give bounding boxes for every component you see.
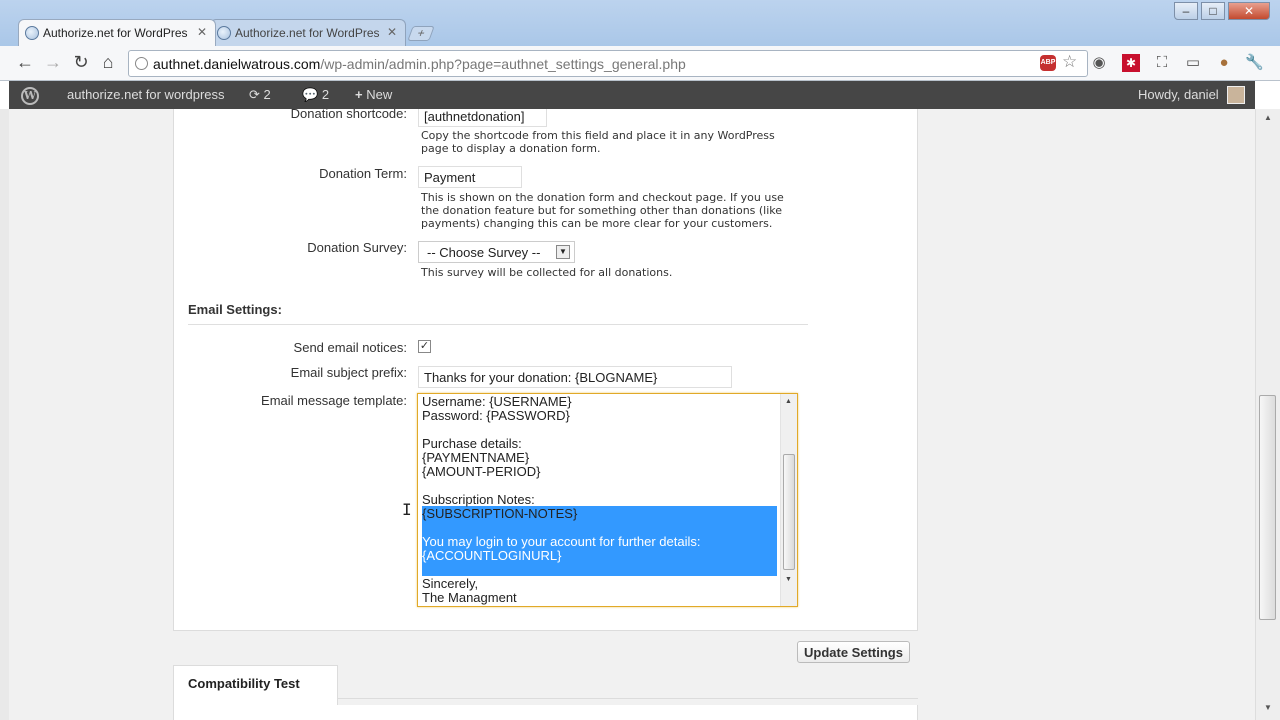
send-notices-label: Send email notices: — [293, 340, 407, 355]
template-line: Username: {USERNAME} — [422, 394, 572, 409]
new-content-link[interactable]: + New — [355, 81, 392, 109]
section-divider — [188, 324, 808, 325]
globe-icon — [25, 26, 39, 40]
url-path: /wp-admin/admin.php?page=authnet_setting… — [320, 56, 686, 72]
browser-tab-inactive[interactable]: Authorize.net for WordPres ✕ — [210, 19, 406, 46]
donation-term-input[interactable]: Payment — [418, 166, 522, 188]
close-tab-icon[interactable]: ✕ — [387, 25, 397, 39]
maximize-button[interactable]: □ — [1201, 2, 1225, 20]
donation-survey-description: This survey will be collected for all do… — [421, 266, 673, 279]
template-line: Password: {PASSWORD} — [422, 408, 570, 423]
adblock-icon[interactable]: ABP — [1040, 55, 1056, 71]
scroll-down-icon[interactable]: ▼ — [1264, 703, 1272, 712]
compatibility-test-tab[interactable]: Compatibility Test — [173, 665, 338, 705]
howdy-account-link[interactable]: Howdy, daniel — [1138, 81, 1219, 109]
shortcode-description: Copy the shortcode from this field and p… — [421, 129, 775, 155]
page-scroll-thumb[interactable] — [1259, 395, 1276, 620]
browser-titlebar: Authorize.net for WordPres ✕ Authorize.n… — [0, 0, 1280, 46]
send-notices-checkbox[interactable]: ✓ — [418, 340, 431, 353]
browser-tab-active[interactable]: Authorize.net for WordPres ✕ — [18, 19, 216, 46]
update-settings-button[interactable]: Update Settings — [797, 641, 910, 663]
updates-count: 2 — [263, 87, 271, 102]
textarea-scroll-thumb[interactable] — [783, 454, 795, 570]
subject-prefix-input[interactable]: Thanks for your donation: {BLOGNAME} — [418, 366, 732, 388]
new-tab-button[interactable]: + — [407, 26, 435, 41]
url-host: authnet.danielwatrous.com — [153, 56, 321, 72]
template-label: Email message template: — [261, 393, 407, 408]
template-line: {AMOUNT-PERIOD} — [422, 464, 541, 479]
tab-title: Authorize.net for WordPres — [235, 26, 380, 40]
bookmark-star-icon[interactable]: ☆ — [1062, 52, 1077, 72]
globe-extension-icon[interactable]: ◉ — [1090, 54, 1108, 72]
globe-icon — [217, 26, 231, 40]
template-line: The Managment — [422, 590, 517, 605]
page-icon — [135, 57, 148, 70]
term-desc-line: payments) changing this can be more clea… — [421, 217, 773, 230]
template-line: Subscription Notes: — [422, 492, 535, 507]
email-template-textarea[interactable]: Username: {USERNAME} Password: {PASSWORD… — [417, 393, 798, 607]
left-gutter — [0, 109, 9, 720]
text-cursor-icon: I — [402, 500, 412, 519]
donation-survey-select[interactable]: -- Choose Survey -- ▼ — [418, 241, 575, 263]
updates-icon: ⟳ — [249, 87, 260, 102]
textarea-scrollbar[interactable]: ▲ ▼ — [780, 394, 797, 606]
donation-term-description: This is shown on the donation form and c… — [421, 191, 784, 230]
template-line: Sincerely, — [422, 576, 479, 591]
template-line: {ACCOUNTLOGINURL} — [422, 548, 562, 563]
comments-count: 2 — [321, 87, 330, 102]
template-line: {PAYMENTNAME} — [422, 450, 530, 465]
lastpass-icon[interactable]: ✱ — [1122, 54, 1140, 72]
back-arrow-icon[interactable]: ← — [14, 53, 36, 73]
keyboard-icon[interactable]: ▭ — [1184, 54, 1202, 72]
template-line: Purchase details: — [422, 436, 522, 451]
tab-title: Authorize.net for WordPres — [43, 26, 188, 40]
shortcode-label: Donation shortcode: — [290, 109, 407, 121]
wp-admin-bar: W authorize.net for wordpress ⟳ 2 💬 2 + … — [9, 81, 1255, 109]
wp-admin-page: Donation shortcode: [authnetdonation] Co… — [9, 109, 1255, 720]
address-bar[interactable]: authnet.danielwatrous.com/wp-admin/admin… — [128, 50, 1088, 77]
close-tab-icon[interactable]: ✕ — [197, 25, 207, 39]
home-icon[interactable]: ⌂ — [97, 53, 119, 73]
donation-term-label: Donation Term: — [319, 166, 407, 181]
minimize-button[interactable]: – — [1174, 2, 1198, 20]
term-desc-line: This is shown on the donation form and c… — [421, 191, 784, 204]
user-avatar[interactable] — [1227, 86, 1245, 104]
cookie-icon[interactable]: ● — [1215, 54, 1233, 72]
template-line: You may login to your account for furthe… — [422, 534, 701, 549]
close-window-button[interactable]: ✕ — [1228, 2, 1270, 20]
tab-baseline — [338, 698, 918, 699]
subject-prefix-label: Email subject prefix: — [290, 365, 407, 380]
email-settings-heading: Email Settings: — [188, 302, 282, 317]
donation-survey-label: Donation Survey: — [307, 240, 407, 255]
reload-icon[interactable]: ↻ — [70, 53, 92, 73]
page-scrollbar[interactable]: ▲ ▼ — [1255, 109, 1280, 720]
compatibility-test-panel — [173, 705, 918, 720]
scroll-down-icon[interactable]: ▼ — [785, 576, 792, 583]
comments-link[interactable]: 💬 2 — [302, 81, 329, 109]
template-line: {SUBSCRIPTION-NOTES} — [422, 506, 578, 521]
term-desc-line: the donation feature but for something o… — [421, 204, 783, 217]
scroll-up-icon[interactable]: ▲ — [785, 398, 792, 405]
forward-arrow-icon[interactable]: → — [42, 53, 64, 73]
updates-link[interactable]: ⟳ 2 — [249, 81, 271, 109]
dropdown-arrow-icon: ▼ — [556, 245, 570, 259]
site-name-link[interactable]: authorize.net for wordpress — [67, 81, 225, 109]
shortcode-desc-line: Copy the shortcode from this field and p… — [421, 129, 775, 142]
new-label: New — [366, 87, 393, 102]
wrench-icon[interactable]: 🔧 — [1245, 54, 1264, 72]
comment-bubble-icon: 💬 — [302, 87, 319, 102]
plus-icon: + — [355, 87, 363, 102]
scroll-up-icon[interactable]: ▲ — [1264, 113, 1272, 122]
screen-capture-icon[interactable]: ⛶ — [1153, 54, 1171, 72]
browser-toolbar: ← → ↻ ⌂ authnet.danielwatrous.com/wp-adm… — [0, 46, 1280, 81]
shortcode-desc-line: page to display a donation form. — [421, 142, 601, 155]
shortcode-field[interactable]: [authnetdonation] — [418, 109, 547, 127]
survey-selected-value: -- Choose Survey -- — [427, 245, 541, 260]
compatibility-test-label: Compatibility Test — [188, 676, 300, 691]
wordpress-logo-icon[interactable]: W — [21, 87, 39, 105]
